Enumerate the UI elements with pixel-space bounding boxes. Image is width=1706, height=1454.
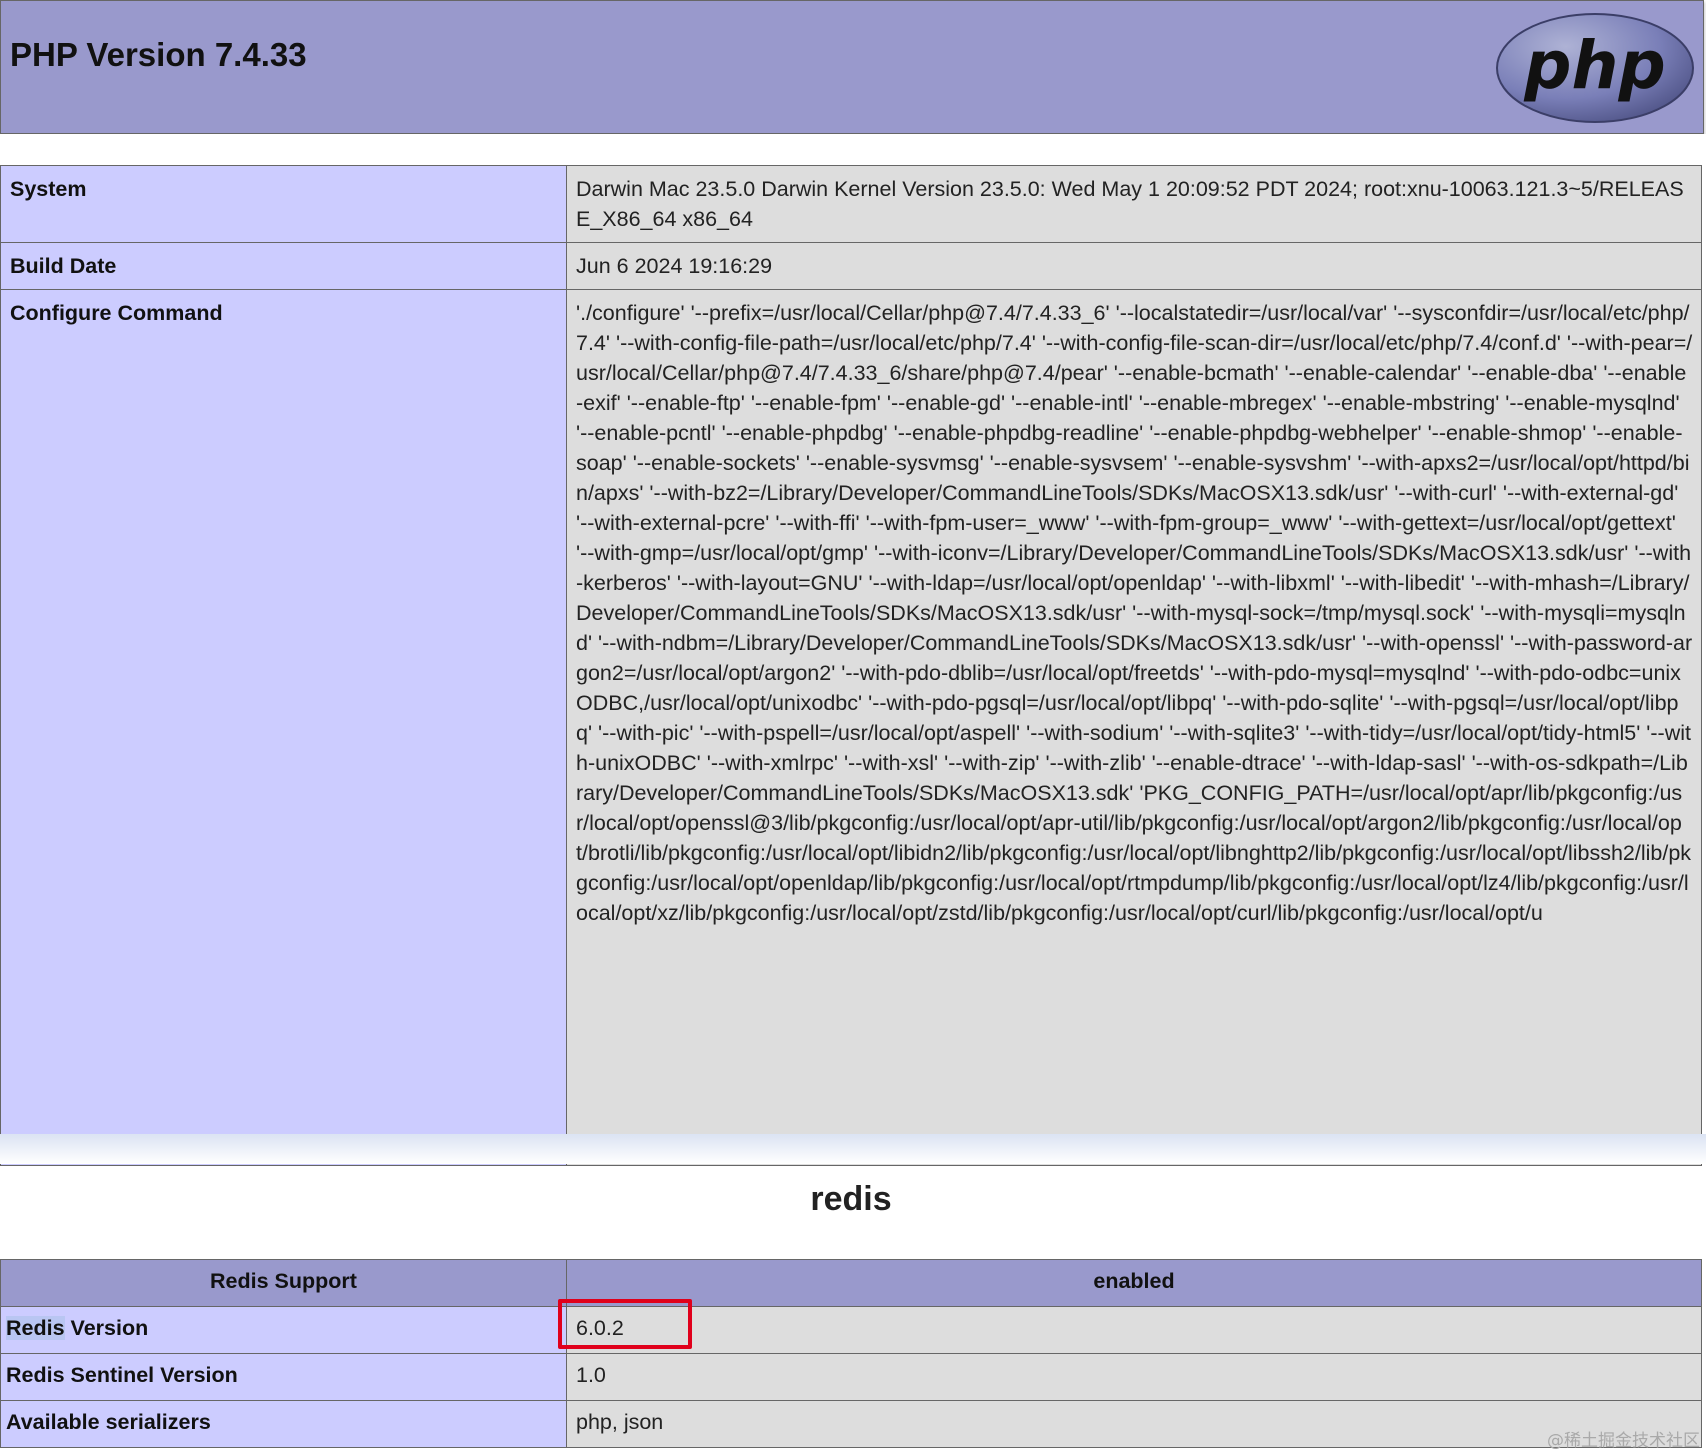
configure-command-label-wrap: Configure Command xyxy=(10,301,223,325)
configure-command-label: Configure Command xyxy=(0,289,567,1166)
redis-support-label: Redis Support xyxy=(0,1259,567,1307)
section-divider xyxy=(0,1134,1706,1164)
php-logo-text: php xyxy=(1523,27,1665,104)
table-row-system: System Darwin Mac 23.5.0 Darwin Kernel V… xyxy=(0,165,1702,243)
redis-sentinel-version-value: 1.0 xyxy=(566,1353,1702,1401)
redis-support-value: enabled xyxy=(566,1259,1702,1307)
spacer xyxy=(0,134,1706,164)
selected-text[interactable]: Redis xyxy=(6,1316,65,1340)
table-row-available-serializers: Available serializers php, json xyxy=(0,1400,1702,1448)
system-info-table: System Darwin Mac 23.5.0 Darwin Kernel V… xyxy=(0,165,1702,1166)
redis-sentinel-version-label: Redis Sentinel Version xyxy=(0,1353,567,1401)
php-info-header: PHP Version 7.4.33 php xyxy=(0,0,1704,134)
php-logo-icon: php xyxy=(1496,13,1694,123)
configure-command-value: './configure' '--prefix=/usr/local/Cella… xyxy=(566,289,1702,1166)
redis-version-label[interactable]: Redis Version xyxy=(0,1306,567,1354)
redis-version-value: 6.0.2 xyxy=(566,1306,1702,1354)
build-date-label: Build Date xyxy=(0,242,567,290)
redis-info-table: Redis Support enabled Redis Version 6.0.… xyxy=(0,1259,1702,1448)
table-row-build-date: Build Date Jun 6 2024 19:16:29 xyxy=(0,242,1702,290)
table-row-configure-command: Configure Command './configure' '--prefi… xyxy=(0,289,1702,1166)
table-header-row: Redis Support enabled xyxy=(0,1259,1702,1307)
table-row-redis-sentinel-version: Redis Sentinel Version 1.0 xyxy=(0,1353,1702,1401)
redis-version-label-rest: Version xyxy=(64,1316,149,1340)
redis-section-title: redis xyxy=(810,1180,892,1218)
watermark: @稀土掘金技术社区 xyxy=(1547,1431,1700,1451)
available-serializers-label: Available serializers xyxy=(0,1400,567,1448)
page-title: PHP Version 7.4.33 xyxy=(10,36,307,73)
available-serializers-value: php, json xyxy=(566,1400,1702,1448)
annotation-highlight-box xyxy=(558,1299,692,1349)
table-row-redis-version: Redis Version 6.0.2 xyxy=(0,1306,1702,1354)
build-date-value: Jun 6 2024 19:16:29 xyxy=(566,242,1702,290)
system-value: Darwin Mac 23.5.0 Darwin Kernel Version … xyxy=(566,165,1702,243)
system-label: System xyxy=(0,165,567,243)
configure-command-text: './configure' '--prefix=/usr/local/Cella… xyxy=(576,301,1693,925)
